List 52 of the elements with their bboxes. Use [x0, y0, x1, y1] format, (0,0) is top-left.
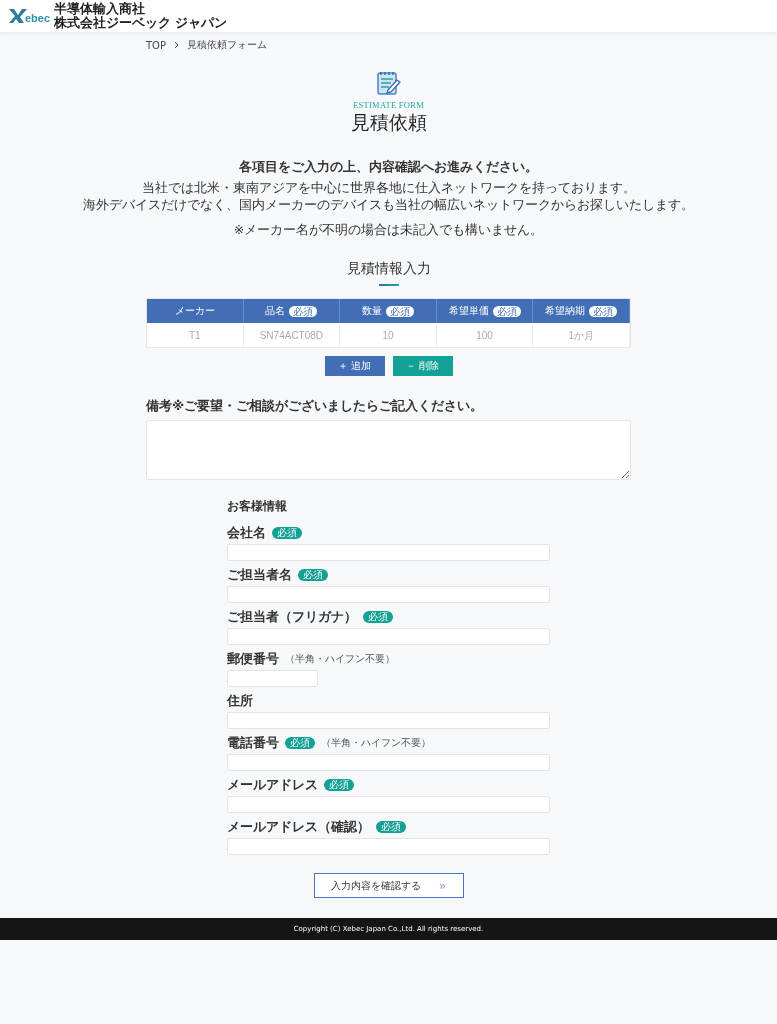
logo-text: ebec: [25, 12, 51, 24]
input-field[interactable]: [227, 670, 318, 687]
required-badge: 必須: [324, 779, 354, 791]
breadcrumb-item: 見積依頼フォーム: [187, 38, 267, 52]
required-badge: 必須: [298, 569, 328, 581]
input-field[interactable]: [227, 754, 550, 771]
input-field[interactable]: [227, 544, 550, 561]
required-badge: 必須: [386, 305, 414, 317]
section-heading: お客様情報: [227, 498, 288, 515]
field-label: 郵便番号: [227, 650, 279, 668]
required-badge: 必須: [376, 821, 406, 833]
column-label: 希望単価: [448, 304, 489, 318]
field-note: （半角・ハイフン不要）: [321, 736, 431, 750]
page-subtitle: ESTIMATE FORM: [352, 100, 425, 110]
chevron-icon: [174, 41, 179, 49]
add-button[interactable]: ＋ 追加: [324, 356, 385, 376]
intro-note: ※メーカー名が不明の場合は未記入でも構いません。: [233, 221, 544, 238]
section-title: 見積情報入力: [345, 260, 432, 278]
intro-text: 海外デバイスだけでなく、国内メーカーのデバイスも当社の幅広いネットワークからお探しいたします。: [83, 196, 694, 213]
required-badge: 必須: [285, 737, 315, 749]
column-label: メーカー: [174, 304, 215, 318]
breadcrumb-item[interactable]: TOP: [146, 39, 166, 51]
company-tagline: 半導体輸入商社: [54, 2, 147, 16]
intro-text: 当社では北米・東南アジアを中心に世界各地に仕入ネットワークを持っております。: [141, 179, 636, 196]
remarks-field[interactable]: [146, 420, 631, 480]
remarks-label: 備考※ご要望・ご相談がございましたらご記入ください。: [146, 398, 485, 415]
column-label: 数量: [362, 304, 382, 318]
required-badge: 必須: [492, 305, 521, 317]
column-label: 品名: [265, 304, 286, 318]
field-label: ご担当者名: [227, 566, 292, 584]
required-badge: 必須: [589, 305, 618, 317]
field-label: メールアドレス: [227, 776, 318, 794]
field-label: ご担当者（フリガナ）: [227, 608, 357, 626]
required-badge: 必須: [272, 527, 302, 539]
required-badge: 必須: [289, 305, 318, 317]
intro-lead: 各項目をご入力の上、内容確認へお進みください。: [239, 158, 538, 175]
input-field[interactable]: [227, 712, 550, 729]
company-name: 株式会社ジーベック ジャパン: [54, 16, 228, 30]
input-field[interactable]: [227, 586, 550, 603]
input-field[interactable]: [227, 628, 550, 645]
notepad-pencil-icon: [375, 70, 402, 96]
field-label: 会社名: [227, 524, 266, 542]
input-field[interactable]: [227, 838, 550, 855]
required-badge: 必須: [363, 611, 393, 623]
field-label: 住所: [227, 692, 253, 710]
field-note: （半角・ハイフン不要）: [285, 652, 395, 666]
page-title: 見積依頼: [350, 110, 427, 135]
confirm-button[interactable]: 入力内容を確認する »: [313, 873, 464, 898]
input-field[interactable]: [227, 796, 550, 813]
field-label: 電話番号: [227, 734, 279, 752]
field-label: メールアドレス（確認）: [227, 818, 370, 836]
column-label: 希望納期: [545, 304, 586, 318]
